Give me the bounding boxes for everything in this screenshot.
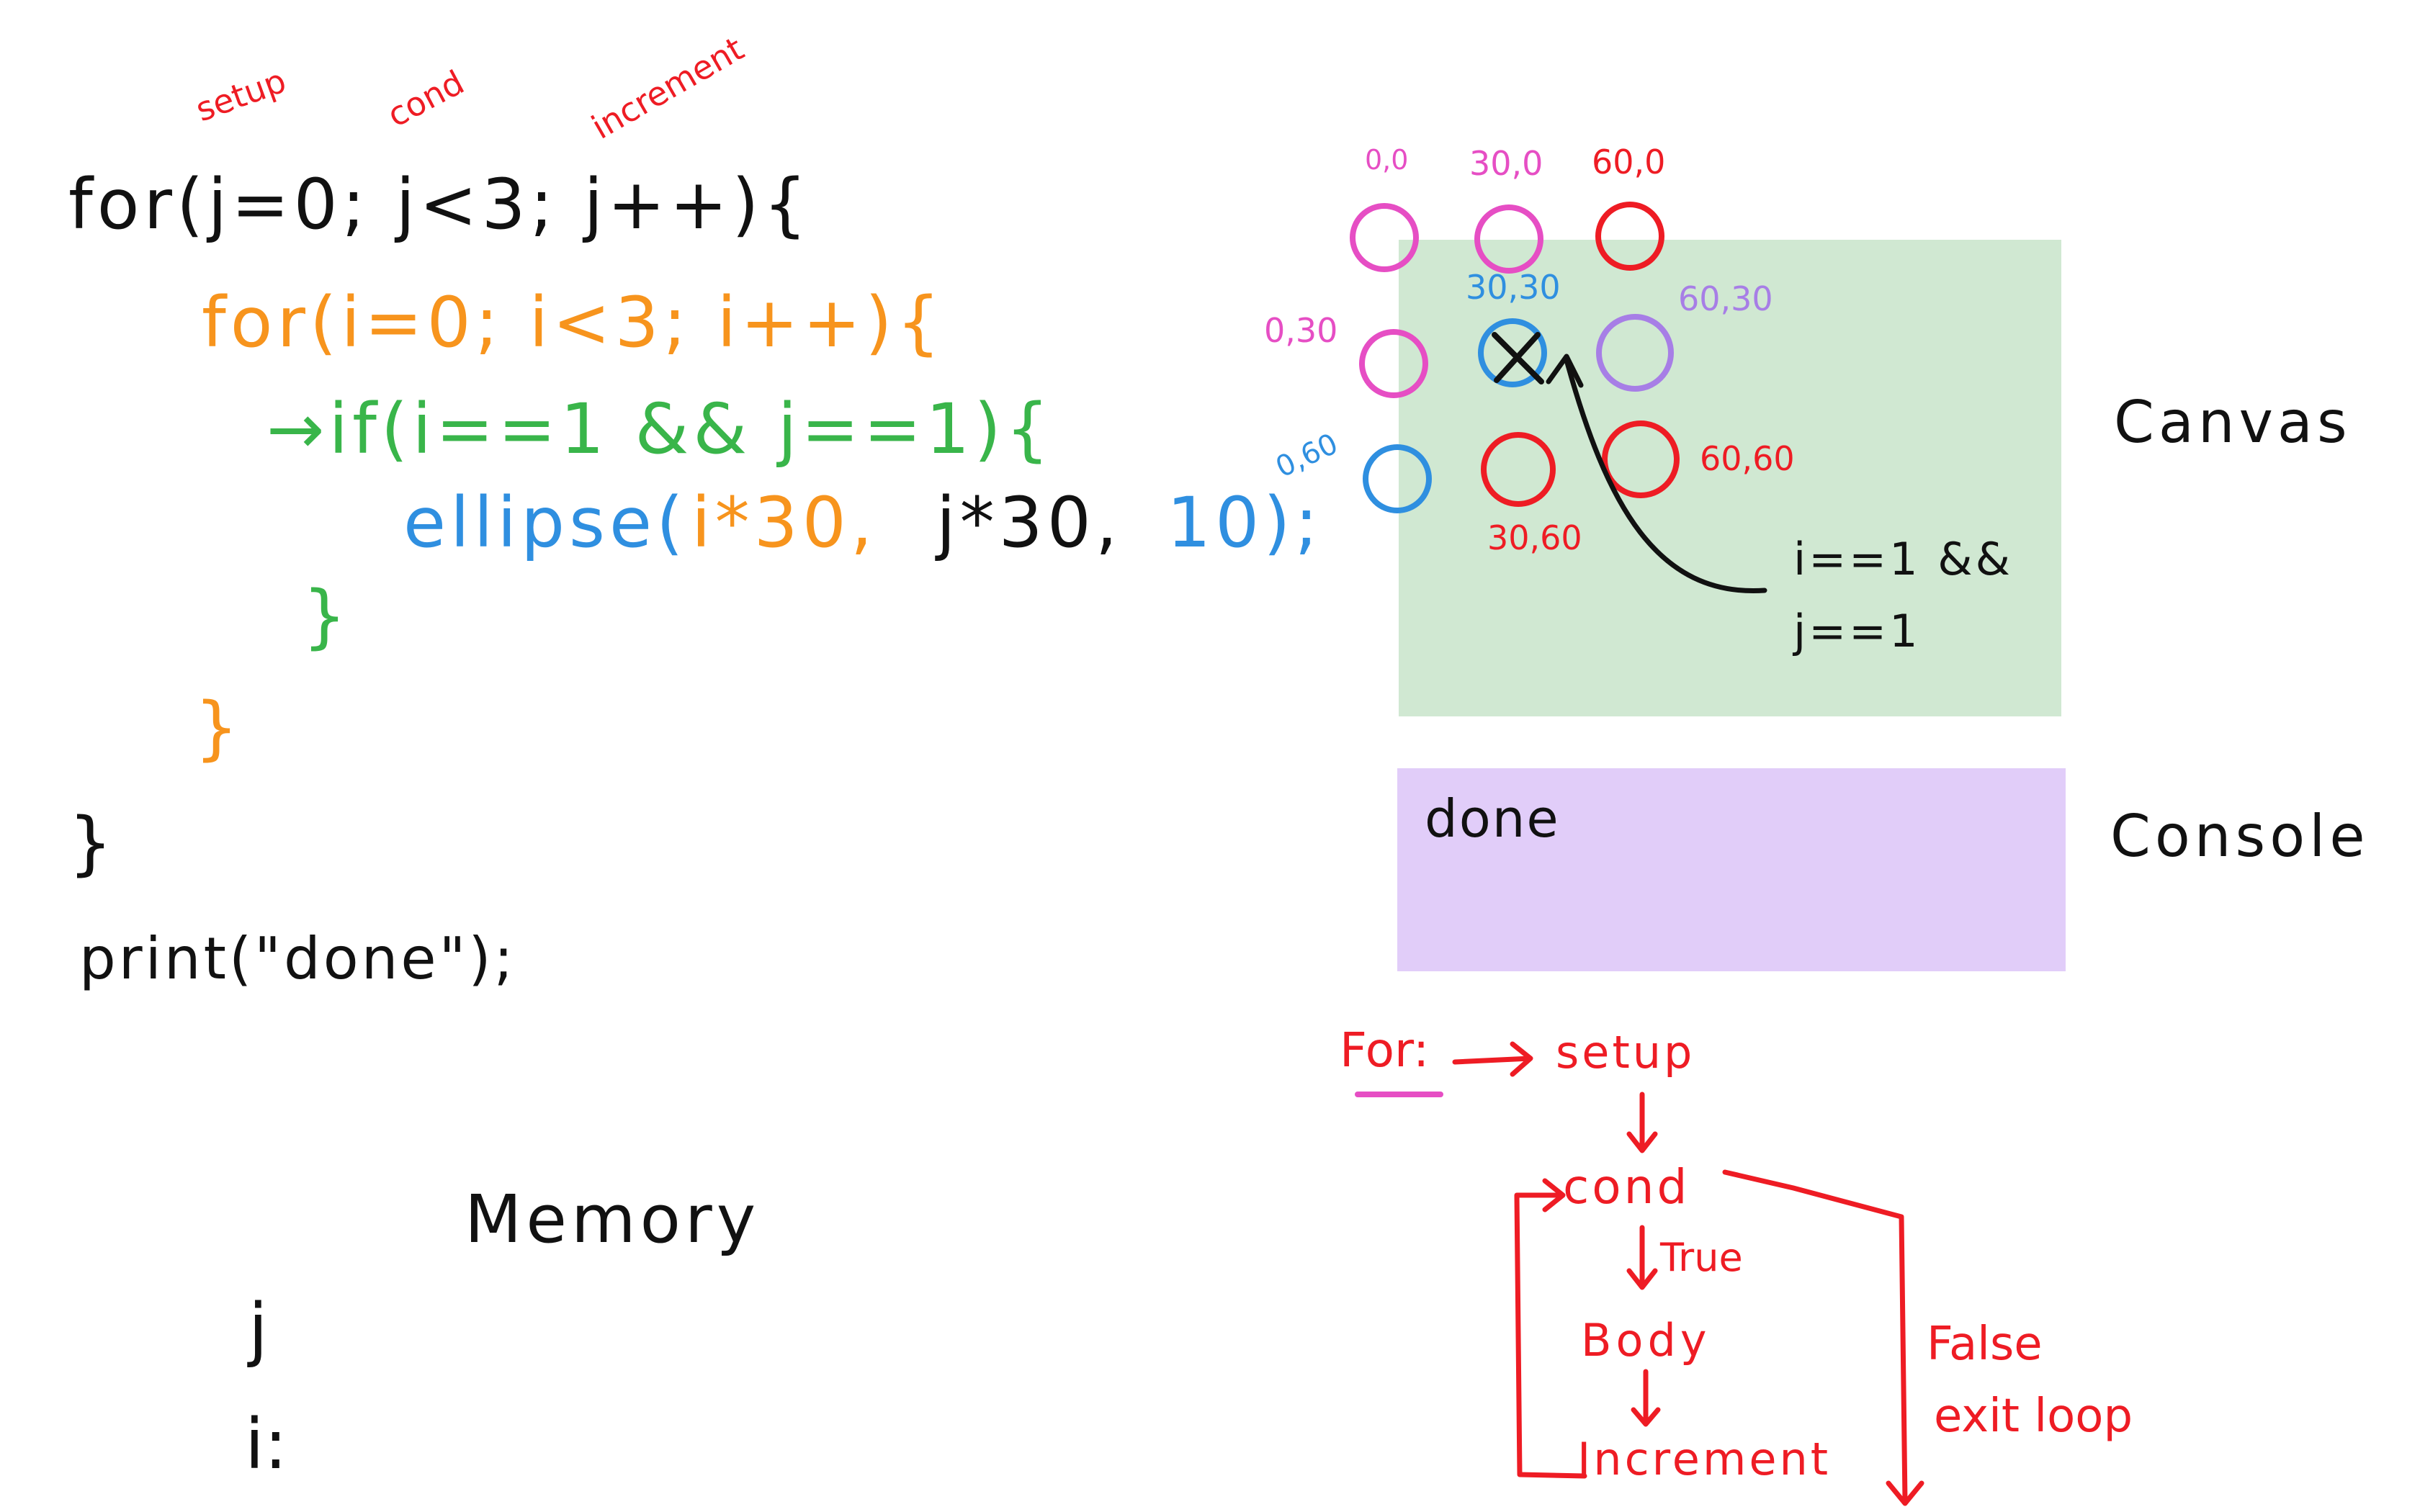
point-label-60-30: 60,30 xyxy=(1678,279,1773,318)
flow-arrow-to-setup xyxy=(1452,1041,1533,1077)
code-outer-for: for(j=0; j<3; j++){ xyxy=(68,164,812,245)
point-label-30-0: 30,0 xyxy=(1469,144,1543,183)
point-60-60-circle xyxy=(1602,420,1680,498)
flow-false-label: False xyxy=(1927,1318,2043,1371)
point-0-30-circle xyxy=(1359,329,1428,398)
code-ellipse-y: j*30, xyxy=(936,482,1122,563)
point-60-0-circle xyxy=(1595,202,1664,271)
flow-increment: Increment xyxy=(1577,1433,1832,1485)
point-0-0-circle xyxy=(1350,203,1419,272)
code-close-outer: } xyxy=(68,803,117,883)
point-label-0-0: 0,0 xyxy=(1365,144,1409,176)
memory-var-i: i: xyxy=(245,1404,288,1485)
flow-arrow-true xyxy=(1626,1225,1658,1290)
point-label-60-0: 60,0 xyxy=(1592,143,1666,181)
canvas-label: Canvas xyxy=(2114,389,2352,456)
condition-note-line2: j==1 xyxy=(1793,605,1921,657)
code-ellipse-x: i*30, xyxy=(691,482,877,563)
memory-var-j: j xyxy=(248,1289,268,1369)
flow-loop-back xyxy=(1514,1178,1587,1479)
flow-title: For: xyxy=(1340,1022,1430,1078)
code-inner-for: for(i=0; i<3; i++){ xyxy=(202,282,945,363)
console-output: done xyxy=(1425,788,1560,849)
point-label-0-30: 0,30 xyxy=(1264,311,1338,350)
console-label: Console xyxy=(2110,803,2370,870)
code-ellipse-call: ellipse( xyxy=(403,482,688,563)
flow-arrow-body-to-increment xyxy=(1631,1369,1661,1427)
code-close-if: } xyxy=(302,576,351,657)
flow-true-label: True xyxy=(1660,1235,1743,1280)
code-if: →if(i==1 && j==1){ xyxy=(266,389,1054,469)
flow-body: Body xyxy=(1581,1314,1711,1367)
point-label-30-60: 30,60 xyxy=(1487,518,1582,557)
flow-cond: cond xyxy=(1563,1159,1690,1215)
flow-arrow-setup-to-cond xyxy=(1626,1092,1658,1153)
condition-note-line1: i==1 && xyxy=(1793,533,2013,585)
flow-exit-loop-label: exit loop xyxy=(1934,1390,2133,1443)
code-ellipse-size: 10); xyxy=(1167,482,1322,563)
point-label-60-60: 60,60 xyxy=(1700,439,1795,478)
point-30-0-circle xyxy=(1474,204,1543,274)
point-30-60-circle xyxy=(1481,432,1556,507)
code-close-inner: } xyxy=(194,688,243,768)
point-0-60-circle xyxy=(1363,444,1432,513)
cross-mark-icon xyxy=(1492,332,1544,384)
memory-title: Memory xyxy=(465,1181,761,1258)
condition-arrowhead-icon xyxy=(1546,354,1584,388)
point-60-30-circle xyxy=(1596,314,1674,392)
point-label-30-30: 30,30 xyxy=(1466,268,1561,307)
code-print: print("done"); xyxy=(79,925,516,992)
flow-setup: setup xyxy=(1556,1026,1695,1079)
